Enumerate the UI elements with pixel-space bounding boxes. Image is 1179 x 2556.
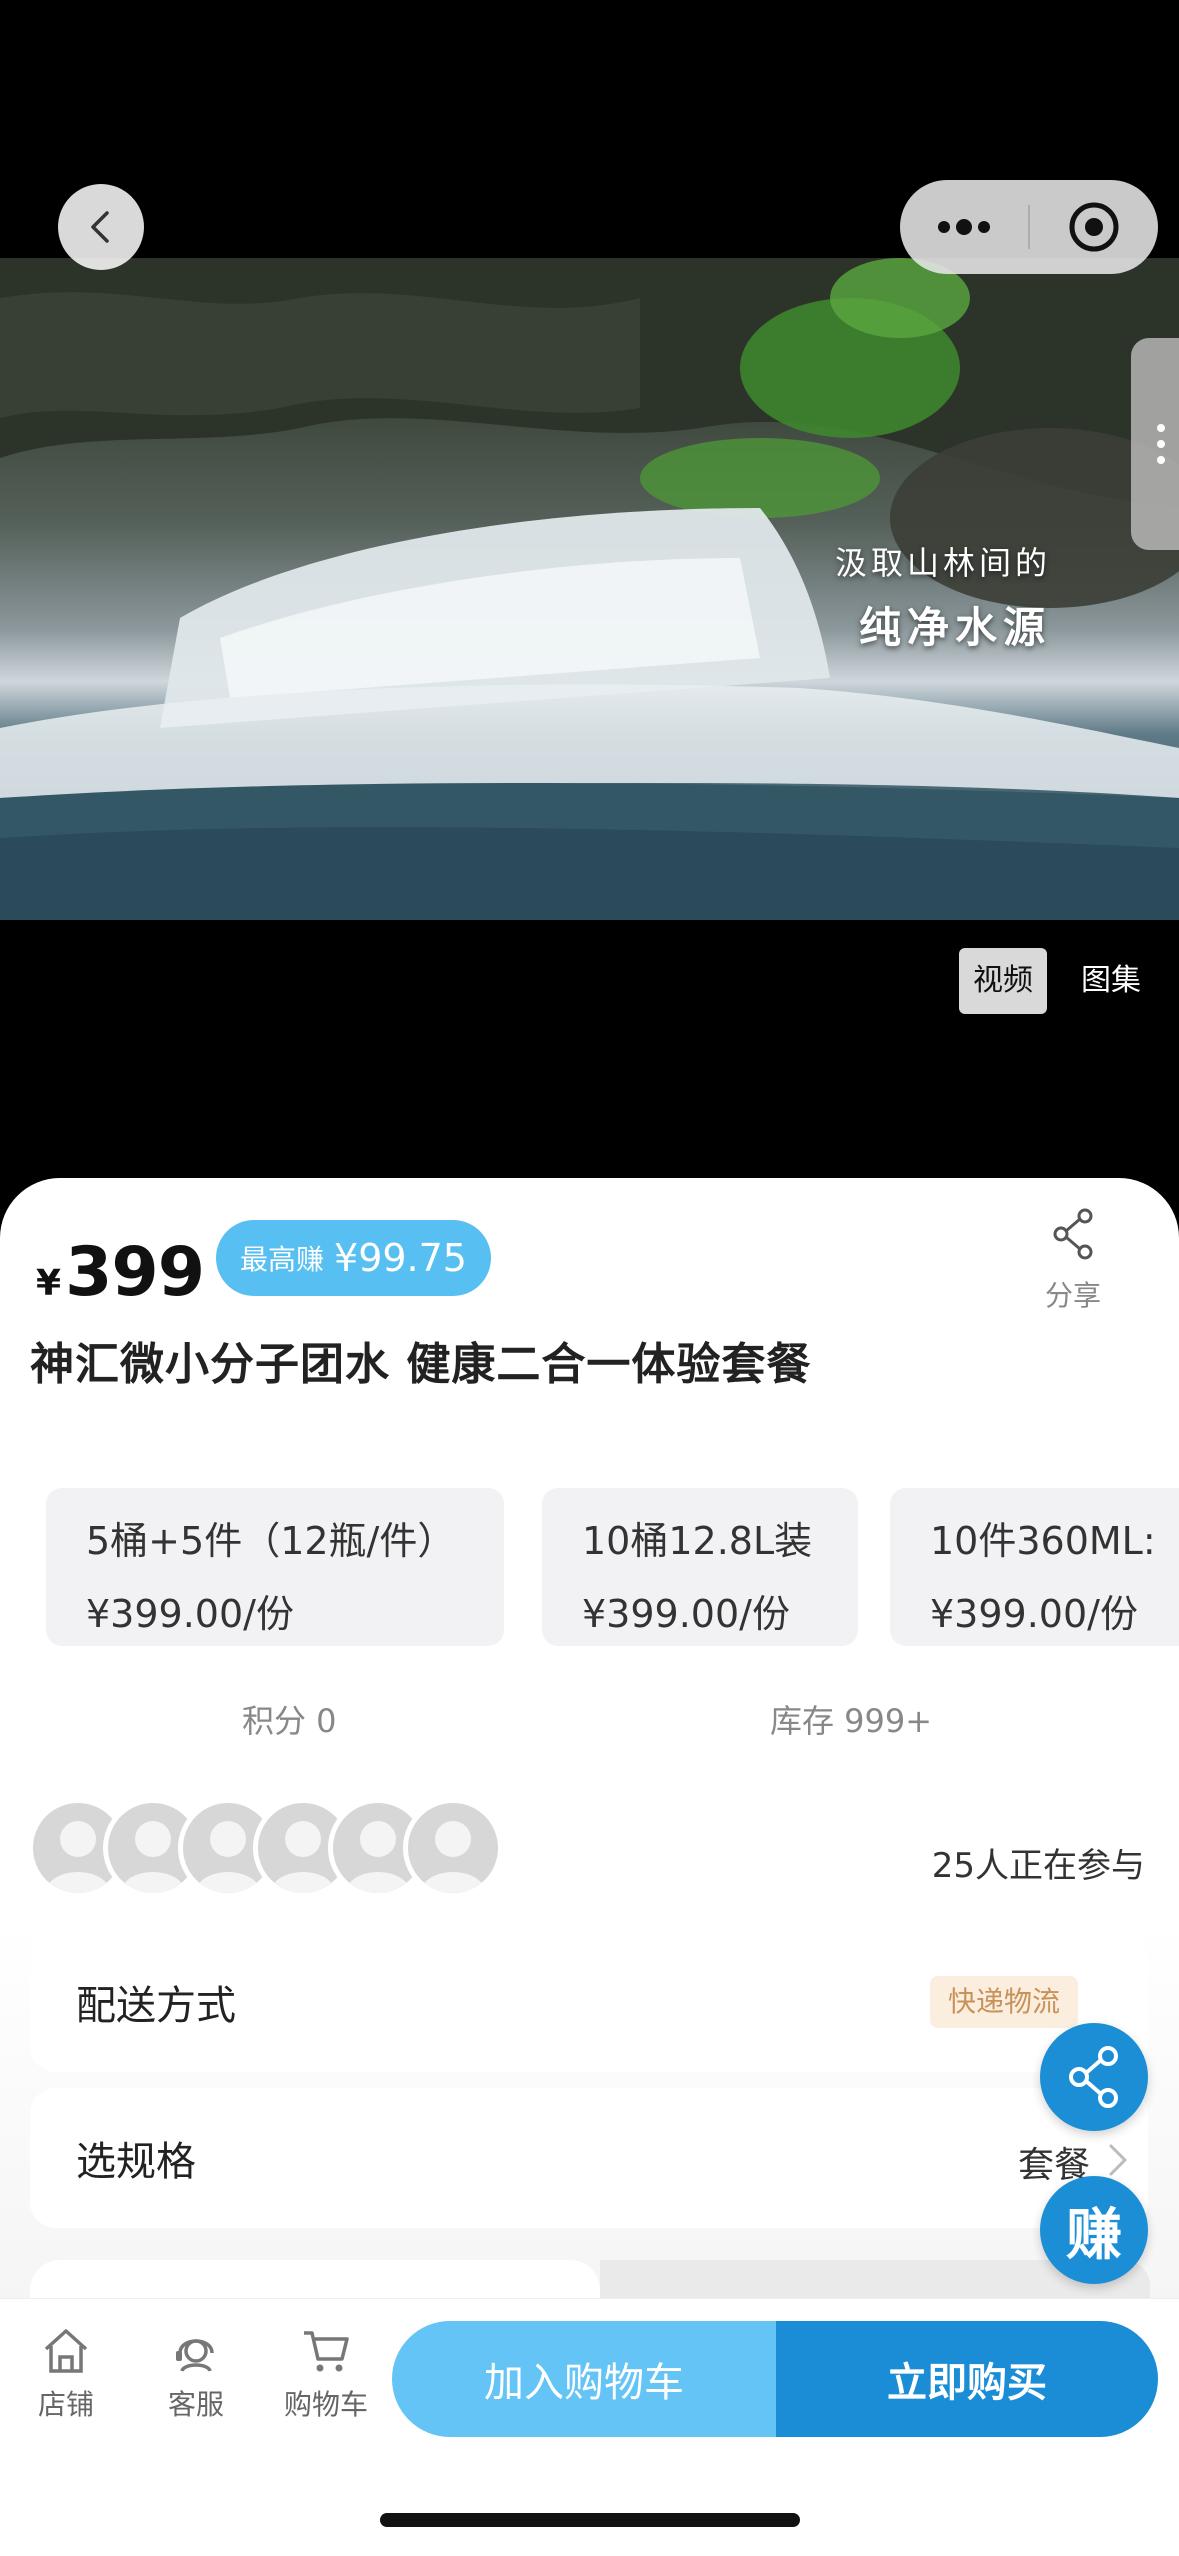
earn-value: ¥99.75	[334, 1236, 467, 1280]
price-currency: ¥	[36, 1263, 62, 1304]
handle-dot	[1157, 456, 1165, 464]
tab-gallery[interactable]: 图集	[1067, 948, 1155, 1014]
nav-cart-label: 购物车	[283, 2388, 368, 2421]
share-button[interactable]: 分享	[1030, 1208, 1116, 1314]
participants-count: 25人正在参与	[931, 1846, 1145, 1886]
more-button[interactable]	[900, 180, 1028, 274]
product-title: 神汇微小分子团水 健康二合一体验套餐	[30, 1339, 812, 1390]
sku-price: ¥399.00/份	[86, 1592, 294, 1636]
caption-line-1: 汲取山林间的	[834, 544, 1051, 582]
back-button[interactable]	[58, 184, 144, 270]
max-earn-badge: 最高赚 ¥99.75	[216, 1220, 491, 1296]
share-icon	[1053, 1208, 1093, 1260]
bottom-action-bar: 店铺 客服 购物车 加入购物车 立即购买	[0, 2298, 1179, 2556]
cart-icon	[304, 2331, 349, 2372]
target-close-icon	[1069, 202, 1119, 252]
spec-label: 选规格	[76, 2139, 196, 2185]
miniprogram-capsule	[900, 180, 1158, 274]
tab-video[interactable]: 视频	[959, 948, 1047, 1014]
default-avatar-icon	[420, 1821, 486, 1893]
more-dots-icon	[938, 219, 990, 235]
share-icon	[1069, 2046, 1118, 2108]
add-to-cart-button[interactable]: 加入购物车	[392, 2321, 776, 2437]
delivery-label: 配送方式	[76, 1983, 236, 2029]
handle-dot	[1157, 424, 1165, 432]
price-value: 399	[65, 1233, 205, 1312]
store-icon	[44, 2329, 88, 2373]
sku-list: 5桶+5件（12瓶/件） ¥399.00/份 10桶12.8L装 ¥399.00…	[46, 1488, 1179, 1648]
earn-label: 最高赚	[240, 1243, 325, 1276]
chevron-left-icon	[91, 211, 109, 243]
delivery-method-row[interactable]: 配送方式 快递物流	[30, 1932, 1148, 2072]
share-label: 分享	[1044, 1279, 1101, 1312]
points-info: 积分 0	[242, 1702, 337, 1740]
sku-name: 5桶+5件（12瓶/件）	[86, 1519, 456, 1563]
customer-service-icon	[176, 2339, 214, 2372]
media-area: 汲取山林间的 纯净水源 视频 图集	[0, 0, 1179, 1260]
earn-fab-label: 赚	[1066, 2202, 1122, 2268]
price-row: ¥ 399	[36, 1233, 205, 1312]
nav-store[interactable]: 店铺	[6, 2325, 126, 2423]
nav-cart[interactable]: 购物车	[266, 2325, 386, 2423]
nav-customer-service-label: 客服	[167, 2388, 224, 2421]
handle-dot	[1157, 440, 1165, 448]
sku-option[interactable]: 10件360ML: ¥399.00/份	[890, 1488, 1179, 1646]
floating-share-button[interactable]	[1040, 2023, 1148, 2131]
product-detail-sheet: ¥ 399 最高赚 ¥99.75 分享 神汇微小分子团水 健康二合一体验套餐 5…	[0, 1178, 1179, 2378]
sku-name: 10件360ML:	[930, 1519, 1156, 1563]
caption-line-2: 纯净水源	[858, 603, 1051, 652]
buy-now-button[interactable]: 立即购买	[776, 2321, 1158, 2437]
delivery-tag: 快递物流	[930, 1976, 1079, 2028]
side-drawer-handle[interactable]	[1131, 338, 1179, 550]
participant-avatars	[28, 1798, 508, 1898]
video-caption: 汲取山林间的 纯净水源	[731, 538, 1051, 655]
sku-price: ¥399.00/份	[930, 1592, 1138, 1636]
avatar	[403, 1798, 503, 1898]
sku-option[interactable]: 10桶12.8L装 ¥399.00/份	[542, 1488, 858, 1646]
stock-info: 库存 999+	[770, 1702, 933, 1740]
select-spec-row[interactable]: 选规格 套餐	[30, 2088, 1148, 2228]
nav-store-label: 店铺	[37, 2388, 94, 2421]
sku-price: ¥399.00/份	[582, 1592, 790, 1636]
home-indicator	[380, 2513, 800, 2527]
product-video[interactable]: 汲取山林间的 纯净水源	[0, 258, 1179, 920]
sku-option[interactable]: 5桶+5件（12瓶/件） ¥399.00/份	[46, 1488, 504, 1646]
sku-name: 10桶12.8L装	[582, 1519, 813, 1563]
floating-earn-button[interactable]: 赚	[1040, 2176, 1148, 2284]
media-tabs: 视频 图集	[959, 948, 1155, 1014]
close-miniprogram-button[interactable]	[1030, 180, 1158, 274]
chevron-right-icon	[1109, 2144, 1127, 2176]
nav-customer-service[interactable]: 客服	[136, 2325, 256, 2423]
